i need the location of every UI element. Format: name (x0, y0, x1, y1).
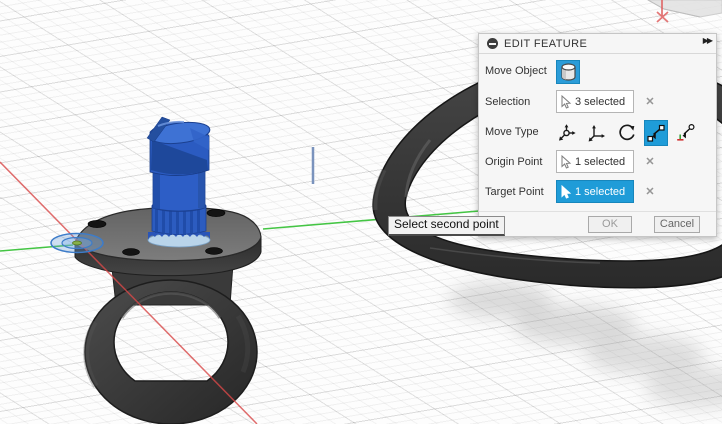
prompt-tooltip: Select second point (388, 216, 505, 236)
origin-point-value: 1 selected (575, 155, 626, 168)
cursor-icon (561, 184, 572, 199)
cursor-icon (561, 94, 572, 109)
origin-point-marker[interactable] (50, 232, 104, 254)
rotate-icon (619, 124, 635, 141)
ok-button[interactable]: OK (588, 216, 632, 233)
selection-label: Selection (485, 96, 531, 108)
move-type-translate[interactable] (585, 120, 609, 146)
move-type-free-move[interactable] (555, 120, 579, 146)
ring-model[interactable] (74, 116, 262, 424)
expand-panel-icon[interactable]: ▶▶ (703, 36, 713, 45)
move-object-body-button[interactable] (556, 60, 580, 84)
footer-divider (479, 211, 716, 212)
point-to-point-icon (647, 124, 665, 142)
cylinder-body-icon (560, 62, 576, 81)
selection-value: 3 selected (575, 95, 626, 108)
move-type-rotate[interactable] (615, 120, 639, 146)
clear-origin-icon[interactable]: ✕ (641, 153, 659, 171)
move-type-point-to-position[interactable] (674, 120, 698, 146)
origin-point-box[interactable]: 1 selected (556, 150, 634, 173)
move-object-label: Move Object (485, 65, 547, 77)
clear-selection-icon[interactable]: ✕ (641, 93, 659, 111)
edit-feature-dialog: EDIT FEATURE ▶▶ Move Object Selection 3 … (478, 33, 717, 237)
selected-feature-blue[interactable] (146, 116, 211, 248)
point-to-position-icon (677, 123, 695, 141)
distant-component (646, 0, 722, 23)
target-point-label: Target Point (485, 186, 544, 198)
panel-grip-icon[interactable] (487, 38, 498, 49)
move-type-label: Move Type (485, 126, 539, 138)
move-type-point-to-point[interactable] (644, 120, 668, 146)
target-point-value: 1 selected (575, 185, 626, 198)
dialog-header[interactable]: EDIT FEATURE ▶▶ (479, 34, 716, 54)
cancel-button[interactable]: Cancel (654, 216, 700, 233)
translate-icon (588, 125, 605, 142)
fusion-viewport-screenshot: EDIT FEATURE ▶▶ Move Object Selection 3 … (0, 0, 722, 424)
shadow-blobs (448, 282, 722, 408)
dialog-title: EDIT FEATURE (504, 37, 588, 50)
cursor-icon (561, 154, 572, 169)
origin-point-label: Origin Point (485, 156, 543, 168)
clear-target-icon[interactable]: ✕ (641, 183, 659, 201)
free-move-icon (559, 124, 576, 141)
selection-box[interactable]: 3 selected (556, 90, 634, 113)
target-point-box[interactable]: 1 selected (556, 180, 634, 203)
